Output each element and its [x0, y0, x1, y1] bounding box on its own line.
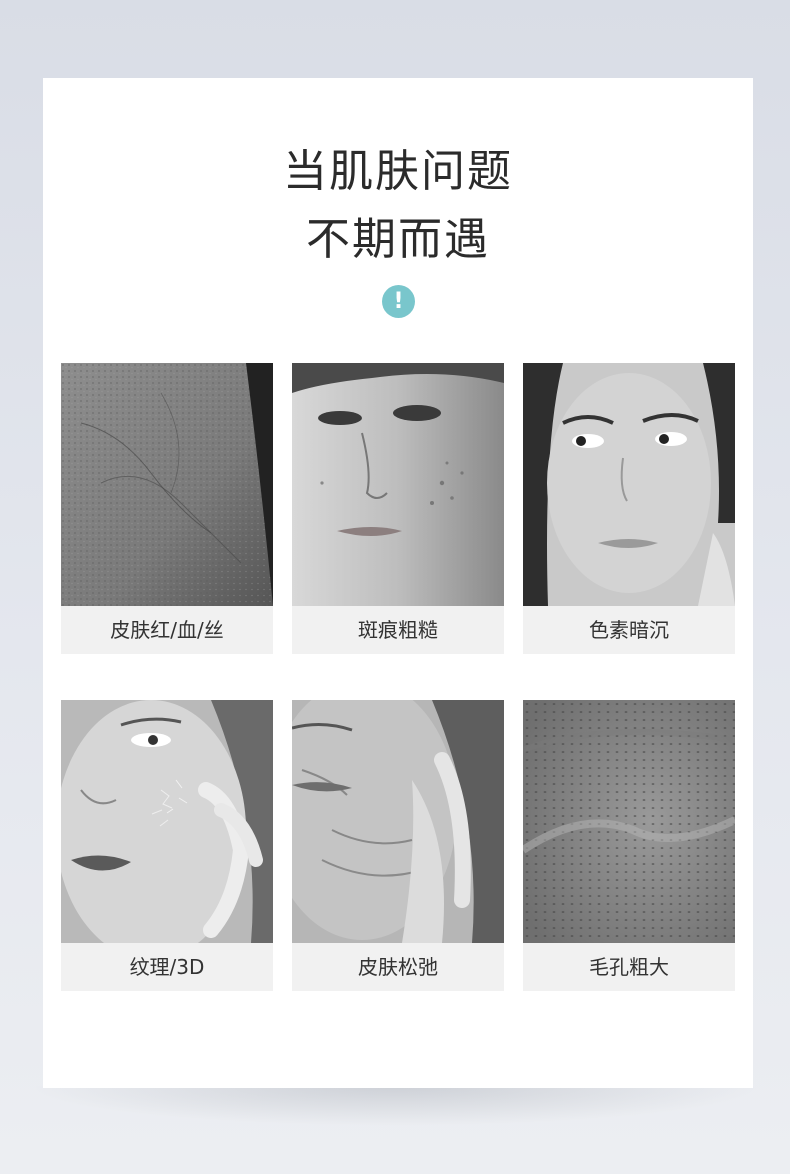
- headline-line-1: 当肌肤问题: [283, 146, 513, 197]
- problem-label: 纹理/3D: [61, 943, 273, 991]
- problem-tile-sagging: 皮肤松弛: [292, 700, 504, 991]
- face-dullness-photo: [523, 363, 735, 606]
- exclamation-icon: !: [382, 285, 415, 318]
- problem-label: 皮肤红/血/丝: [61, 606, 273, 654]
- problem-tile-texture: 纹理/3D: [61, 700, 273, 991]
- card-shadow: [30, 1086, 760, 1126]
- problem-label: 皮肤松弛: [292, 943, 504, 991]
- skin-closeup-pores-photo: [523, 700, 735, 943]
- problem-tile-pores: 毛孔粗大: [523, 700, 735, 991]
- problem-tile-dullness: 色素暗沉: [523, 363, 735, 654]
- face-texture-photo: [61, 700, 273, 943]
- problem-tile-spots: 斑痕粗糙: [292, 363, 504, 654]
- skin-closeup-redness-photo: [61, 363, 273, 606]
- problem-label: 毛孔粗大: [523, 943, 735, 991]
- problem-tile-redness: 皮肤红/血/丝: [61, 363, 273, 654]
- problem-label: 斑痕粗糙: [292, 606, 504, 654]
- problem-label: 色素暗沉: [523, 606, 735, 654]
- headline-line-2: 不期而遇: [306, 214, 490, 265]
- face-spots-photo: [292, 363, 504, 606]
- face-sagging-photo: [292, 700, 504, 943]
- problem-card: 当肌肤问题 不期而遇 ! 皮肤红/血/丝 斑痕粗糙 色素暗沉 纹理/3D 皮肤松…: [43, 78, 753, 1088]
